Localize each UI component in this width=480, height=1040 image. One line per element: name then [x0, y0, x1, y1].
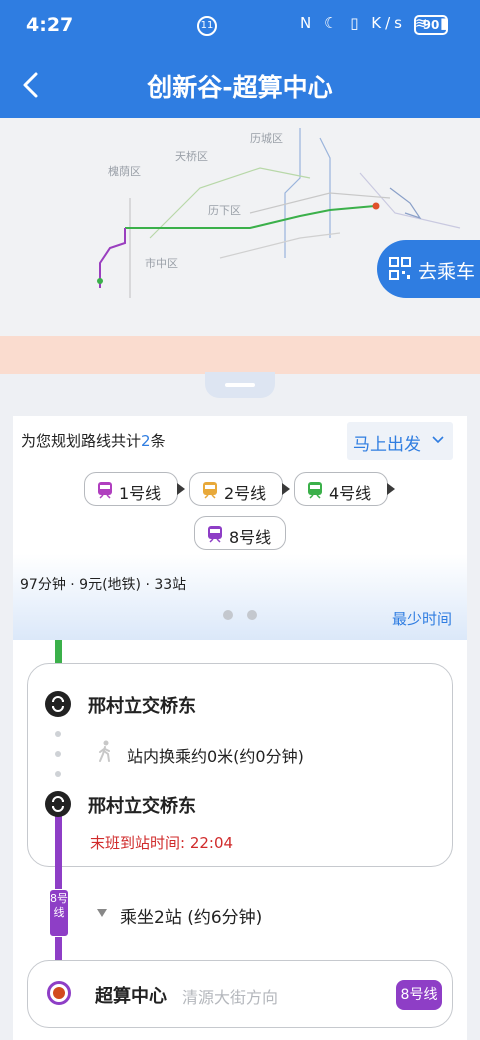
drag-handle[interactable] [205, 372, 275, 398]
last-train-time: 末班到站时间: 22:04 [90, 834, 234, 852]
walking-person-icon [99, 740, 110, 762]
line-8-tag: 8号线 [49, 889, 69, 937]
transfer-icon [45, 791, 71, 817]
line-chip-label: 2号线 [224, 484, 267, 503]
arrow-right-icon [387, 483, 395, 495]
district-label: 历下区 [208, 204, 241, 217]
page-indicator-dot[interactable] [223, 610, 233, 620]
page-title: 创新谷-超算中心 [147, 73, 333, 102]
expand-triangle-icon[interactable] [97, 909, 107, 917]
train-icon [308, 482, 322, 499]
line-chip-label: 4号线 [329, 484, 372, 503]
arrow-right-icon [177, 483, 185, 495]
district-label: 天桥区 [175, 150, 208, 163]
notification-badge-icon: 11 [197, 16, 217, 36]
destination-direction: 清源大街方向 [182, 988, 279, 1007]
district-label: 历城区 [250, 132, 283, 145]
arrow-right-icon [282, 483, 290, 495]
transfer-station-name: 邢村立交桥东 [88, 696, 196, 717]
destination-line-badge: 8号线 [396, 980, 442, 1010]
plan-count: 2 [141, 432, 151, 450]
qr-code-icon [389, 257, 411, 280]
line-chip-label: 1号线 [119, 484, 162, 503]
notice-band [0, 336, 480, 374]
route-summary-card: 为您规划路线共计2条 马上出发 1号线 2号线 4号线 8号线 97分钟 · 9… [13, 416, 467, 640]
ride-stops-toggle[interactable]: 乘坐2站 (约6分钟) [120, 903, 262, 928]
status-time: 4:27 [26, 14, 74, 36]
depart-label: 马上出发 [353, 435, 421, 455]
app-header: 创新谷-超算中心 [0, 52, 480, 118]
line-chip-2[interactable]: 2号线 [189, 472, 283, 506]
page-indicator-dot[interactable] [247, 610, 257, 620]
line-chip-4[interactable]: 8号线 [194, 516, 286, 550]
go-ride-button[interactable]: 去乘车 [377, 240, 480, 298]
route-map[interactable]: 历城区 天桥区 槐荫区 历下区 市中区 [0, 118, 480, 336]
line-chip-1[interactable]: 1号线 [84, 472, 178, 506]
plan-suffix: 条 [150, 432, 166, 450]
walk-dot [55, 751, 61, 757]
destination-marker-icon [47, 981, 71, 1005]
depart-time-select[interactable]: 马上出发 [347, 422, 453, 460]
transfer-station-name: 邢村立交桥东 [88, 796, 196, 817]
go-ride-label: 去乘车 [418, 261, 476, 283]
destination-station: 超算中心 [95, 986, 167, 1007]
line-chip-label: 8号线 [229, 528, 272, 547]
district-label: 槐荫区 [108, 165, 141, 178]
transfer-icon [45, 691, 71, 717]
sort-least-time[interactable]: 最少时间 [392, 608, 452, 629]
district-label: 市中区 [145, 257, 178, 270]
walk-dot [55, 771, 61, 777]
plan-prefix: 为您规划路线共计 [21, 432, 142, 450]
train-icon [203, 482, 217, 499]
status-bar: 4:27 11 N ☾ ▯ K/s ≋ ▮ 90 [0, 0, 480, 52]
chevron-down-icon [432, 436, 444, 444]
walk-transfer-text: 站内换乘约0米(约0分钟) [127, 747, 304, 766]
battery-icon: 90 [414, 15, 448, 35]
walk-dot [55, 731, 61, 737]
train-icon [208, 526, 222, 543]
route-summary: 97分钟 · 9元(地铁) · 33站 [20, 577, 187, 593]
metro-map-lines [97, 128, 461, 298]
line-chip-3[interactable]: 4号线 [294, 472, 388, 506]
plan-count-text: 为您规划路线共计2条 [21, 430, 166, 451]
train-icon [98, 482, 112, 499]
